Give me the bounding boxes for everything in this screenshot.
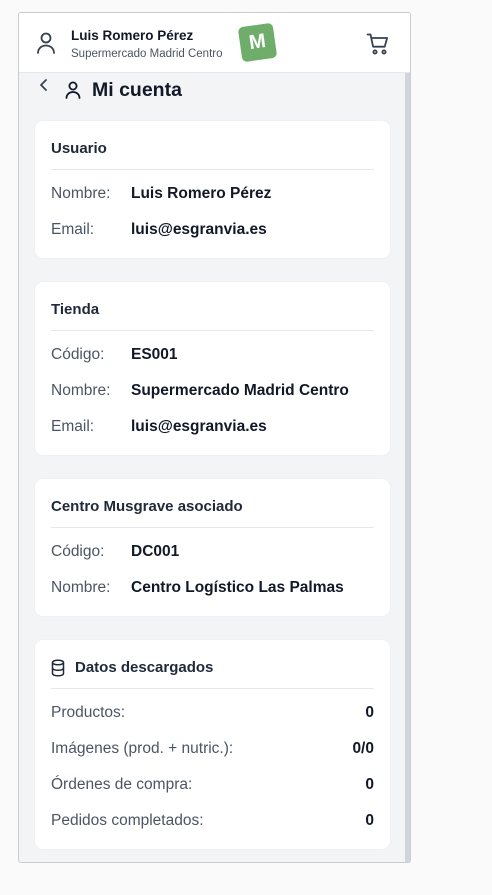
datos-card-title: Datos descargados [75, 659, 214, 676]
stat-value: 0 [365, 704, 374, 721]
cart-icon[interactable] [366, 32, 390, 56]
user-icon[interactable] [36, 31, 56, 55]
chevron-left-icon[interactable] [38, 78, 50, 92]
stat-label: Órdenes de compra: [51, 776, 193, 793]
field-label: Email: [51, 221, 95, 238]
field-label: Nombre: [51, 185, 111, 202]
stat-label: Pedidos completados: [51, 812, 204, 829]
usuario-nombre-row: Nombre: Luis Romero Pérez [51, 185, 374, 207]
stat-value: 0 [365, 776, 374, 793]
tienda-card: Tienda Código: ES001 Nombre: Supermercad… [35, 282, 390, 455]
tienda-codigo-row: Código: ES001 [51, 346, 374, 368]
tienda-card-title: Tienda [51, 301, 100, 318]
header-user-name: Luis Romero Pérez [71, 28, 194, 43]
datos-card: Datos descargados Productos: 0 Imágenes … [35, 640, 390, 849]
field-label: Código: [51, 346, 105, 363]
account-icon [65, 81, 81, 99]
app-header: Luis Romero Pérez Supermercado Madrid Ce… [19, 13, 410, 73]
centro-card-title: Centro Musgrave asociado [51, 498, 243, 515]
divider [51, 688, 374, 689]
field-value: luis@esgranvia.es [131, 221, 267, 238]
usuario-card-title: Usuario [51, 140, 107, 157]
usuario-card: Usuario Nombre: Luis Romero Pérez Email:… [35, 121, 390, 258]
stat-label: Imágenes (prod. + nutric.): [51, 740, 234, 757]
stat-value: 0/0 [352, 740, 374, 757]
database-icon [51, 659, 65, 677]
field-value: ES001 [131, 346, 178, 363]
field-value: DC001 [131, 543, 180, 560]
centro-codigo-row: Código: DC001 [51, 543, 374, 565]
centro-card: Centro Musgrave asociado Código: DC001 N… [35, 479, 390, 616]
page-title: Mi cuenta [92, 79, 182, 101]
scrollbar[interactable] [405, 73, 410, 862]
tienda-email-row: Email: luis@esgranvia.es [51, 418, 374, 440]
datos-imagenes-row: Imágenes (prod. + nutric.): 0/0 [51, 740, 374, 762]
stat-value: 0 [365, 812, 374, 829]
field-value: Centro Logístico Las Palmas [131, 579, 344, 596]
datos-ordenes-row: Órdenes de compra: 0 [51, 776, 374, 798]
usuario-email-row: Email: luis@esgranvia.es [51, 221, 374, 243]
field-value: Supermercado Madrid Centro [131, 382, 349, 399]
divider [51, 169, 374, 170]
stat-label: Productos: [51, 704, 126, 721]
field-value: Luis Romero Pérez [131, 185, 272, 202]
datos-pedidos-row: Pedidos completados: 0 [51, 812, 374, 834]
tienda-nombre-row: Nombre: Supermercado Madrid Centro [51, 382, 374, 404]
divider [51, 330, 374, 331]
page-title-row: Mi cuenta [19, 73, 405, 113]
centro-nombre-row: Nombre: Centro Logístico Las Palmas [51, 579, 374, 601]
field-label: Nombre: [51, 579, 111, 596]
datos-productos-row: Productos: 0 [51, 704, 374, 726]
app-frame: Luis Romero Pérez Supermercado Madrid Ce… [18, 12, 411, 863]
field-label: Código: [51, 543, 105, 560]
brand-logo: M [237, 22, 278, 63]
divider [51, 527, 374, 528]
field-label: Nombre: [51, 382, 111, 399]
field-value: luis@esgranvia.es [131, 418, 267, 435]
field-label: Email: [51, 418, 95, 435]
header-store-name: Supermercado Madrid Centro [71, 48, 223, 60]
